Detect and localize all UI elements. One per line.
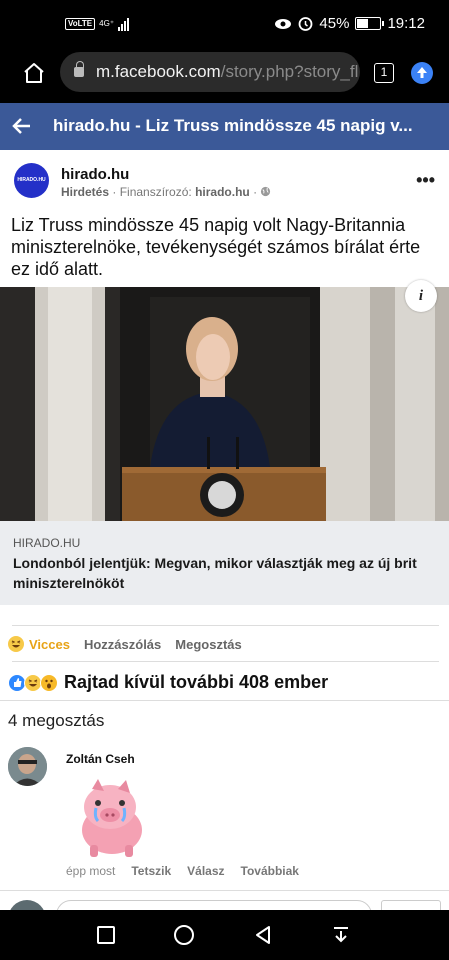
url-path: /story.php?story_fl — [220, 62, 359, 81]
ad-label: Hirdetés — [61, 185, 110, 199]
post-meta: Hirdetés · Finanszírozó: hirado.hu · — [61, 185, 271, 199]
post-text: Liz Truss mindössze 45 napig volt Nagy-B… — [11, 215, 421, 279]
sponsor-label: Finanszírozó: — [119, 185, 192, 199]
divider — [12, 625, 439, 626]
divider — [0, 700, 449, 701]
back-nav-icon[interactable] — [252, 924, 274, 946]
battery-icon — [355, 17, 385, 30]
alarm-icon — [299, 17, 313, 31]
browser-toolbar: m.facebook.com/story.php?story_fl 1 — [0, 50, 449, 103]
post-image[interactable] — [0, 287, 449, 521]
reactions-count: Rajtad kívül további 408 ember — [64, 672, 329, 692]
haha-icon — [8, 636, 24, 652]
home-nav-icon[interactable] — [174, 925, 194, 945]
back-arrow-icon[interactable] — [10, 114, 34, 138]
divider — [0, 890, 449, 891]
signal-icon — [118, 17, 130, 31]
comment-time: épp most — [66, 864, 116, 878]
volte-icon: VoLTE — [65, 18, 96, 30]
eye-icon — [275, 18, 292, 29]
url-host: m.facebook.com — [96, 62, 221, 81]
share-count[interactable]: 4 megosztás — [8, 711, 104, 731]
comment-reply-button[interactable]: Válasz — [187, 864, 224, 878]
react-button[interactable]: Vicces — [8, 636, 70, 652]
home-icon[interactable] — [22, 61, 46, 85]
share-button[interactable]: Megosztás — [175, 637, 241, 652]
wow-icon — [40, 673, 58, 692]
react-label: Vicces — [29, 636, 70, 652]
link-domain: HIRADO.HU — [13, 536, 81, 550]
status-left: VoLTE 4G⁺ — [65, 17, 130, 31]
reactions-summary[interactable]: Rajtad kívül további 408 ember — [8, 672, 328, 693]
press-conference-photo — [0, 287, 449, 521]
url-bar[interactable]: m.facebook.com/story.php?story_fl — [60, 52, 360, 92]
link-headline[interactable]: Londonból jelentjük: Megvan, mikor válas… — [13, 553, 433, 593]
page-avatar[interactable]: HIRADO.HU — [14, 163, 49, 198]
info-icon[interactable]: i — [405, 280, 437, 312]
network-type: 4G⁺ — [99, 19, 115, 28]
page-title: hirado.hu - Liz Truss mindössze 45 napig… — [53, 116, 413, 135]
clock: 19:12 — [387, 15, 425, 32]
sponsor-name[interactable]: hirado.hu — [195, 185, 250, 199]
comment-button[interactable]: Hozzászólás — [84, 637, 161, 652]
pig-sticker-icon — [70, 775, 155, 860]
post-actions: Vicces Hozzászólás Megosztás — [8, 636, 242, 652]
status-bar: VoLTE 4G⁺ 45% 19:12 — [0, 0, 449, 50]
navigation-bar — [0, 910, 449, 960]
page-name-link[interactable]: hirado.hu — [61, 166, 129, 183]
upload-icon[interactable] — [411, 62, 433, 84]
commenter-name[interactable]: Zoltán Cseh — [66, 752, 135, 766]
notification-shade-icon[interactable] — [330, 924, 352, 946]
comment-actions: épp most Tetszik Válasz Továbbiak — [66, 864, 299, 878]
battery-percent: 45% — [319, 15, 350, 32]
globe-icon — [261, 186, 271, 197]
commenter-avatar[interactable] — [8, 747, 47, 786]
comment-more-button[interactable]: Továbbiak — [241, 864, 299, 878]
lock-icon — [74, 61, 84, 77]
status-right: 45% 19:12 — [274, 15, 425, 32]
divider — [12, 661, 439, 662]
recent-apps-icon[interactable] — [97, 926, 115, 944]
tab-switcher-button[interactable]: 1 — [374, 63, 394, 83]
comment-like-button[interactable]: Tetszik — [131, 864, 171, 878]
page-header: hirado.hu - Liz Truss mindössze 45 napig… — [0, 103, 449, 150]
more-options-icon[interactable]: ••• — [416, 170, 435, 191]
